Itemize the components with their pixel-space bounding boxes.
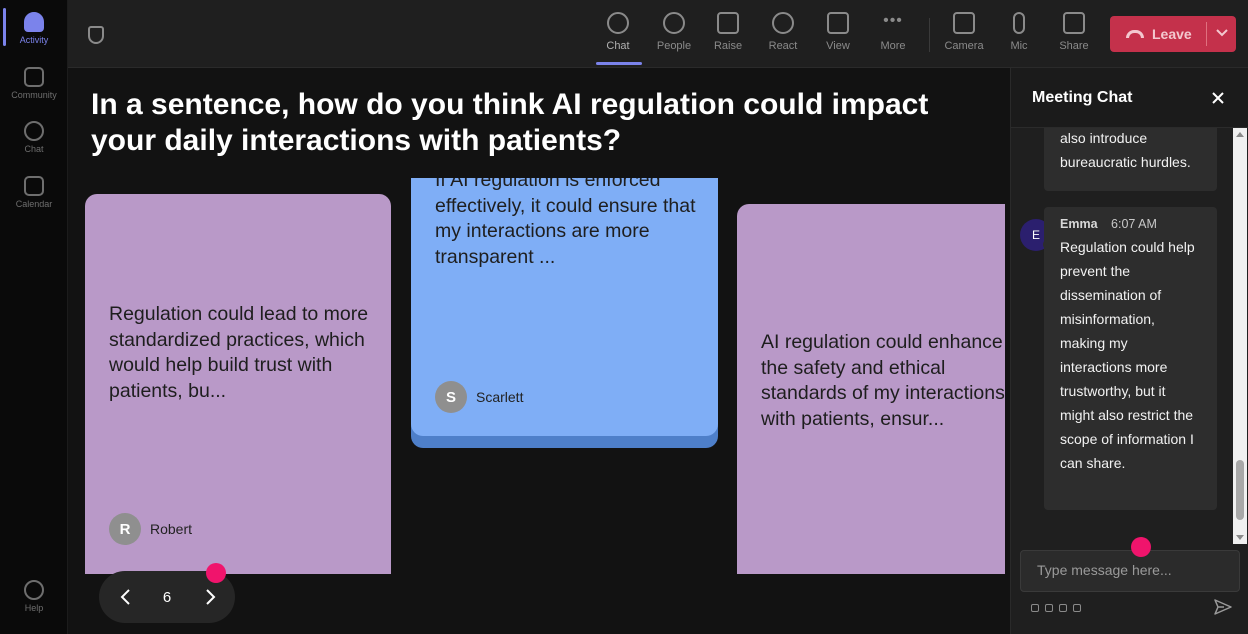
chat-message: also introduce bureaucratic hurdles. [1044, 128, 1217, 191]
chevron-left-icon[interactable] [119, 588, 133, 606]
view-button-label: View [826, 40, 850, 52]
camera-button[interactable]: Camera [938, 12, 990, 52]
format-icon[interactable] [1031, 604, 1039, 612]
message-meta: Emma 6:07 AM [1060, 215, 1201, 233]
leave-button-divider [1206, 22, 1207, 46]
response-card[interactable]: Regulation could lead to more standardiz… [85, 194, 391, 574]
more-button-label: More [880, 40, 906, 52]
mic-button[interactable]: Mic [993, 12, 1045, 52]
app-rail: Activity Community Chat Calendar Help [0, 0, 68, 634]
react-button[interactable]: React [757, 12, 809, 52]
rail-item-chat[interactable]: Chat [0, 121, 68, 154]
chat-messages: also introduce bureaucratic hurdles. E E… [1011, 128, 1233, 544]
leave-button[interactable]: Leave [1110, 16, 1236, 52]
camera-off-icon [953, 12, 975, 34]
emoji-icon[interactable] [1059, 604, 1067, 612]
react-button-label: React [768, 40, 798, 52]
question-title: In a sentence, how do you think AI regul… [91, 88, 929, 157]
page-number: 6 [162, 589, 172, 606]
more-dots-icon: ••• [883, 12, 903, 29]
response-text: AI regulation could enhance the safety a… [761, 331, 1005, 430]
gif-icon[interactable] [1073, 604, 1081, 612]
toolbar-divider [929, 18, 930, 52]
camera-button-label: Camera [944, 40, 984, 52]
response-card[interactable]: If AI regulation is enforced effectively… [411, 178, 718, 436]
shield-icon[interactable] [88, 26, 104, 44]
rail-item-help[interactable]: Help [0, 580, 68, 613]
rail-item-community[interactable]: Community [0, 67, 68, 100]
rail-item-label: Calendar [15, 199, 53, 209]
people-button-label: People [656, 40, 692, 52]
people-icon [663, 12, 685, 34]
community-icon [24, 67, 44, 87]
rail-item-activity[interactable]: Activity [0, 12, 68, 45]
chat-icon [24, 121, 44, 141]
active-tab-underline [596, 62, 642, 65]
chat-button[interactable]: Chat [592, 12, 644, 52]
response-text: If AI regulation is enforced effectively… [435, 178, 696, 268]
sender-name: Emma [1060, 217, 1098, 231]
message-text: also introduce bureaucratic hurdles. [1060, 130, 1191, 170]
chevron-down-icon[interactable] [1214, 24, 1230, 40]
close-icon[interactable] [1210, 90, 1226, 106]
response-author: S Scarlett [435, 381, 523, 413]
attach-icon[interactable] [1045, 604, 1053, 612]
chat-header: Meeting Chat [1011, 68, 1248, 128]
mic-icon [1013, 12, 1025, 34]
hand-icon [717, 12, 739, 34]
author-name: Scarlett [476, 389, 524, 405]
scrollbar-thumb[interactable] [1236, 460, 1244, 520]
grid-view-icon [827, 12, 849, 34]
more-button[interactable]: ••• More [867, 12, 919, 52]
share-screen-icon [1063, 12, 1085, 34]
chat-scrollbar[interactable] [1233, 128, 1247, 544]
notification-dot [1131, 537, 1151, 557]
message-input[interactable]: Type message here... [1020, 550, 1240, 592]
people-button[interactable]: People [648, 12, 700, 52]
share-button-label: Share [1059, 40, 1089, 52]
rail-item-calendar[interactable]: Calendar [0, 176, 68, 209]
chevron-right-icon[interactable] [203, 588, 217, 606]
chat-icon [607, 12, 629, 34]
meeting-toolbar: Chat People Raise React View ••• More Ca… [68, 0, 1248, 68]
calendar-icon [24, 176, 44, 196]
send-icon[interactable] [1213, 598, 1233, 616]
author-name: Robert [150, 521, 193, 537]
rail-item-label: Community [11, 90, 57, 100]
smiley-icon [772, 12, 794, 34]
mic-button-label: Mic [1010, 40, 1028, 52]
notification-dot [206, 563, 226, 583]
scroll-up-arrow-icon[interactable] [1236, 132, 1244, 137]
scroll-down-arrow-icon[interactable] [1236, 535, 1244, 540]
chat-button-label: Chat [606, 40, 630, 52]
response-card[interactable]: AI regulation could enhance the safety a… [737, 204, 1005, 574]
avatar: S [435, 381, 467, 413]
rail-item-label: Help [24, 603, 44, 613]
view-button[interactable]: View [812, 12, 864, 52]
phone-hangup-icon [1126, 30, 1144, 38]
rail-item-label: Chat [24, 144, 44, 154]
bell-icon [24, 12, 44, 32]
response-author: R Robert [109, 513, 192, 545]
message-time: 6:07 AM [1111, 217, 1157, 231]
format-toolbar [1031, 604, 1081, 612]
presentation-stage: In a sentence, how do you think AI regul… [68, 68, 1010, 634]
response-text: Regulation could lead to more standardiz… [109, 303, 369, 402]
avatar: R [109, 513, 141, 545]
raise-hand-button[interactable]: Raise [702, 12, 754, 52]
share-button[interactable]: Share [1048, 12, 1100, 52]
message-text: Regulation could help prevent the dissem… [1060, 239, 1195, 471]
chat-title: Meeting Chat [1032, 89, 1133, 106]
help-icon [24, 580, 44, 600]
chat-message: Emma 6:07 AM Regulation could help preve… [1044, 207, 1217, 510]
rail-item-label: Activity [19, 35, 49, 45]
meeting-chat-panel: Meeting Chat also introduce bureaucratic… [1010, 68, 1248, 634]
raise-button-label: Raise [713, 40, 743, 52]
leave-button-label: Leave [1152, 26, 1192, 42]
